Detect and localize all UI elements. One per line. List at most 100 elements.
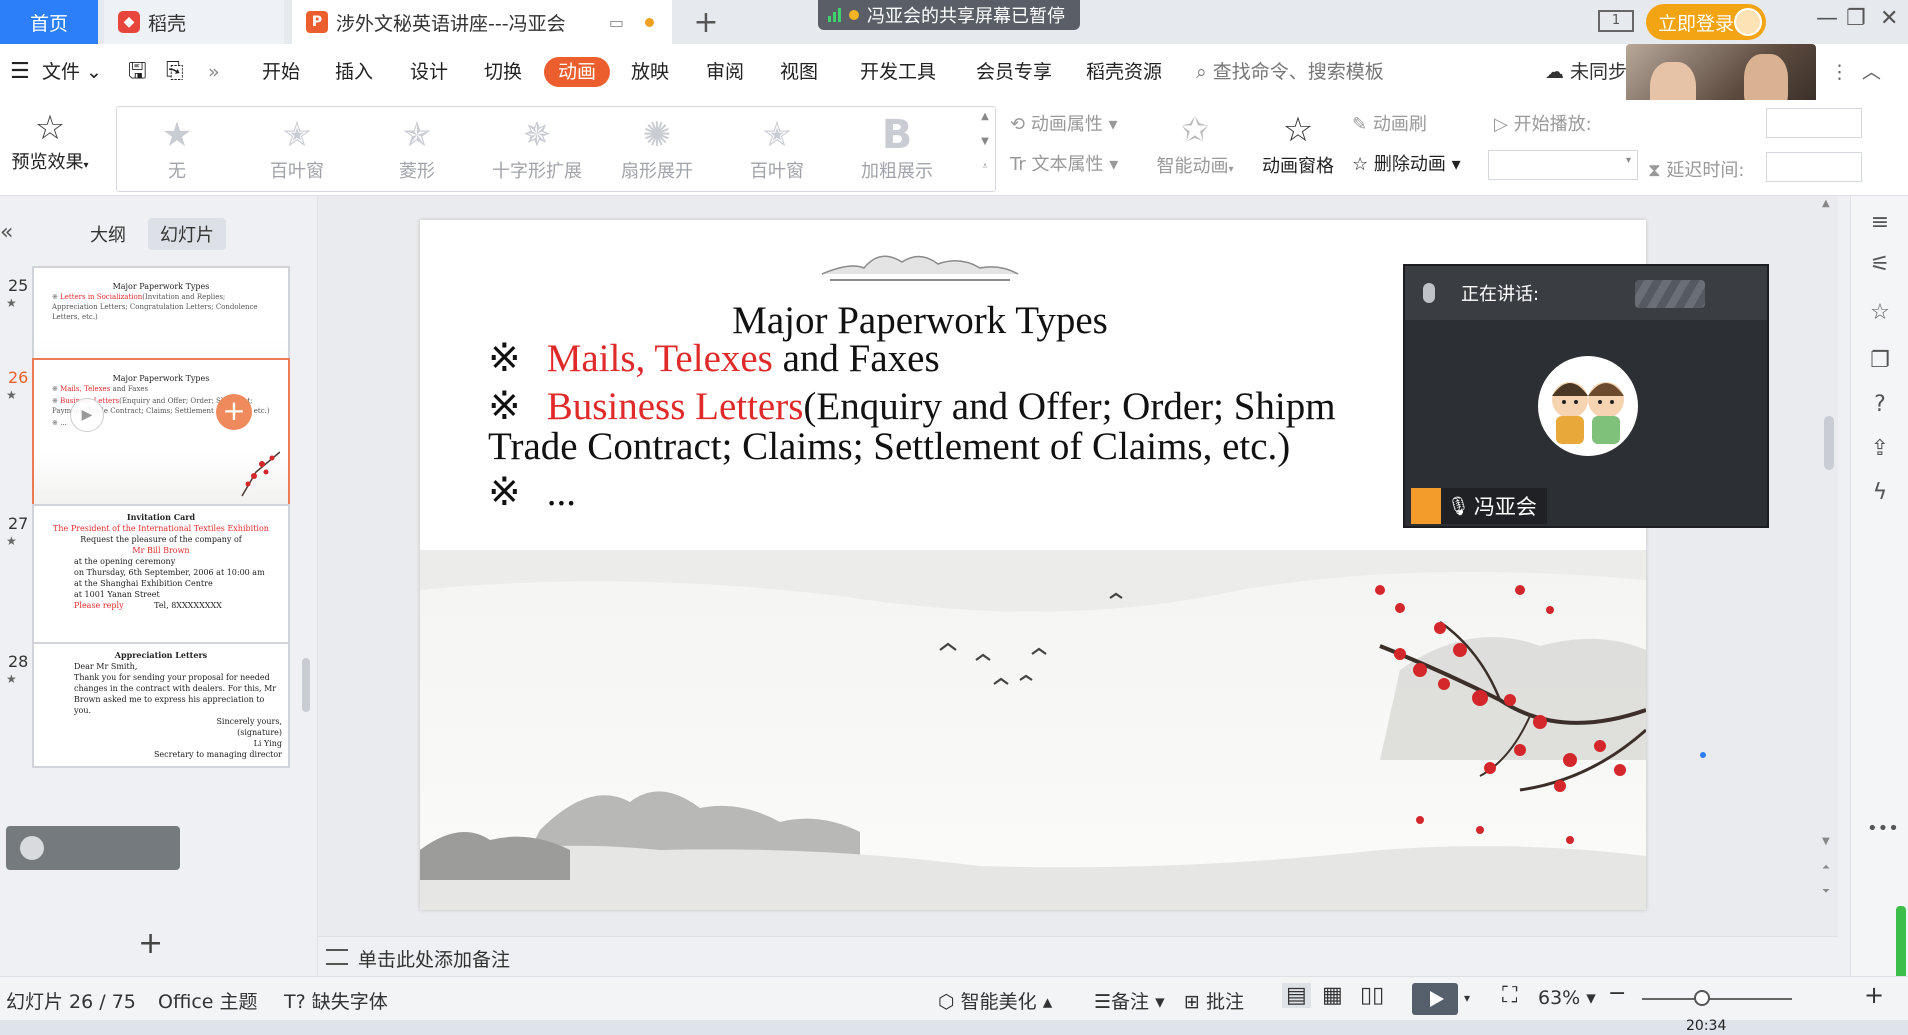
add-slide-button[interactable]: +	[138, 926, 163, 961]
share-icon[interactable]: ⇪	[1867, 436, 1893, 462]
scroll-up-icon[interactable]: ▲	[1822, 198, 1830, 209]
menu-transition[interactable]: 切换	[484, 44, 522, 100]
gallery-up-icon[interactable]: ▲	[977, 111, 993, 122]
comment-toggle[interactable]: ⊞ 批注	[1184, 987, 1244, 1014]
notes-toggle[interactable]: ☰备注 ▾	[1094, 987, 1165, 1014]
menu-design[interactable]: 设计	[410, 44, 448, 100]
login-button[interactable]: 立即登录	[1646, 4, 1766, 40]
new-tab-button[interactable]: +	[682, 0, 730, 44]
tab-document[interactable]: P 涉外文秘英语讲座---冯亚会 ▭	[292, 0, 672, 44]
collapse-ribbon-icon[interactable]: ︿	[1862, 44, 1881, 100]
zoom-slider[interactable]	[1642, 998, 1792, 1000]
slide-bullet-continued[interactable]: Trade Contract; Claims; Settlement of Cl…	[488, 424, 1290, 469]
play-dropdown-icon[interactable]: ▾	[1464, 991, 1470, 1005]
slide-bullet[interactable]: ※ Mails, Telexes and Faxes	[488, 336, 940, 381]
slideshow-play-button[interactable]	[1412, 983, 1458, 1015]
prev-slide-icon[interactable]: ⏶	[1822, 862, 1830, 873]
slide-thumbnail-26[interactable]: Major Paperwork Types ※ Mails, Telexes a…	[32, 358, 290, 508]
screen-icon[interactable]: ▭	[609, 13, 624, 32]
delay-input[interactable]	[1766, 152, 1862, 182]
delete-animation[interactable]: ☆ 删除动画 ▾	[1352, 150, 1461, 176]
start-play[interactable]: ▷ 开始播放:	[1494, 110, 1592, 136]
slides-pane-scrollbar[interactable]	[302, 658, 310, 712]
help-icon[interactable]: ?	[1867, 392, 1893, 418]
menu-animation[interactable]: 动画	[544, 57, 611, 87]
minimize-icon[interactable]: —	[1816, 6, 1838, 31]
preview-effect-button[interactable]: ☆ 预览效果▾	[4, 108, 96, 174]
speed-input[interactable]	[1766, 108, 1862, 138]
menu-daoke-resources[interactable]: 稻壳资源	[1086, 44, 1162, 100]
theme-name[interactable]: Office 主题	[158, 987, 258, 1014]
menu-developer[interactable]: 开发工具	[860, 44, 936, 100]
effect-diamond[interactable]: ✯ 菱形	[357, 107, 477, 191]
menu-start[interactable]: 开始	[262, 44, 300, 100]
more-dots-icon[interactable]: •••	[1867, 816, 1899, 842]
slide-thumbnail-28[interactable]: Appreciation Letters Dear Mr Smith, Than…	[32, 642, 290, 768]
window-layout-icon[interactable]: 1	[1598, 10, 1634, 32]
speaking-participant-panel[interactable]: 正在讲话: 🎙 冯亚会	[1403, 264, 1769, 528]
slide-bullet[interactable]: ※...	[488, 470, 576, 515]
effect-none[interactable]: ★ 无	[117, 107, 237, 191]
menu-member[interactable]: 会员专享	[976, 44, 1052, 100]
effect-bold[interactable]: B 加粗展示	[837, 107, 957, 191]
menu-slideshow[interactable]: 放映	[631, 44, 669, 100]
menu-lines-icon[interactable]: ≡	[1867, 210, 1893, 236]
effect-fan[interactable]: ✺ 扇形展开	[597, 107, 717, 191]
close-icon[interactable]: ✕	[1880, 6, 1898, 31]
gallery-down-icon[interactable]: ▼	[977, 136, 993, 147]
effect-plus[interactable]: ✵ 十字形扩展	[477, 107, 597, 191]
scroll-down-icon[interactable]: ▼	[1822, 836, 1830, 847]
lightning-icon[interactable]: ϟ	[1867, 480, 1893, 506]
menu-file[interactable]: 文件 ⌄	[42, 44, 102, 100]
menu-view[interactable]: 视图	[780, 44, 818, 100]
sliders-icon[interactable]: ⚟	[1867, 252, 1893, 278]
notes-bar[interactable]: 单击此处添加备注	[318, 936, 1838, 976]
sync-status[interactable]: ☁ 未同步	[1545, 44, 1627, 100]
tab-daoke[interactable]: ◆ 稻壳	[104, 0, 284, 44]
tab-slides[interactable]: 幻灯片	[148, 218, 226, 250]
command-search[interactable]: ⌕ 查找命令、搜索模板	[1196, 44, 1384, 100]
play-slide-icon[interactable]: ▶	[70, 398, 104, 432]
text-properties[interactable]: Tr 文本属性 ▾	[1010, 150, 1118, 176]
hamburger-icon[interactable]: ☰	[10, 44, 30, 100]
menu-insert[interactable]: 插入	[335, 44, 373, 100]
floating-toolbar[interactable]	[6, 826, 180, 870]
animation-brush[interactable]: ✎ 动画刷	[1352, 110, 1427, 136]
export-icon[interactable]: ⎘	[166, 44, 184, 100]
collapse-pane-icon[interactable]: «	[0, 220, 13, 245]
smart-beautify[interactable]: ⬡ 智能美化 ▴	[938, 987, 1052, 1014]
copy-slide-icon[interactable]: ❐	[1867, 348, 1893, 374]
animation-properties[interactable]: ⟲ 动画属性 ▾	[1010, 110, 1118, 136]
effect-blinds-2[interactable]: ✭ 百叶窗	[717, 107, 837, 191]
zoom-slider-knob[interactable]	[1694, 990, 1710, 1006]
gallery-scroll[interactable]: ▲ ▼ ⩡	[977, 107, 993, 191]
restore-icon[interactable]: ❐	[1846, 6, 1866, 31]
save-icon[interactable]: 🖫	[128, 44, 147, 100]
zoom-level[interactable]: 63% ▾	[1538, 987, 1596, 1009]
zoom-out-icon[interactable]: −	[1608, 981, 1626, 1006]
fit-window-icon[interactable]: ⛶	[1502, 983, 1517, 1008]
missing-font[interactable]: T? 缺失字体	[284, 987, 388, 1014]
animation-pane-button[interactable]: ☆ 动画窗格	[1250, 108, 1346, 178]
star-animation-icon[interactable]: ☆	[1867, 300, 1893, 326]
more-options-icon[interactable]: ⋮	[1830, 44, 1849, 100]
slide-sorter-icon[interactable]: ▦	[1322, 983, 1343, 1008]
zoom-in-icon[interactable]: +	[1864, 981, 1884, 1009]
next-slide-icon[interactable]: ⏷	[1822, 886, 1830, 897]
effect-blinds[interactable]: ✭ 百叶窗	[237, 107, 357, 191]
tab-outline[interactable]: 大纲	[78, 218, 138, 250]
menu-review[interactable]: 审阅	[706, 44, 744, 100]
reading-view-icon[interactable]: ▯▯	[1360, 983, 1384, 1008]
tab-home[interactable]: 首页	[0, 0, 98, 44]
more-chevron-icon[interactable]: »	[208, 44, 220, 100]
slide-vertical-scrollbar[interactable]: ▲ ▼ ⏶ ⏷	[1820, 196, 1838, 936]
slide-thumbnail-27[interactable]: Invitation Card The President of the Int…	[32, 504, 290, 654]
scroll-thumb[interactable]	[1824, 416, 1834, 470]
emoji-icon[interactable]	[20, 836, 44, 860]
normal-view-icon[interactable]: ▤	[1282, 983, 1311, 1008]
start-trigger-select[interactable]: ▾	[1488, 150, 1638, 180]
smart-animation-button[interactable]: ✩ 智能动画▾	[1150, 108, 1240, 178]
add-slide-plus-icon[interactable]: +	[216, 394, 252, 430]
gallery-expand-icon[interactable]: ⩡	[977, 161, 993, 172]
slide-bullet[interactable]: ※ Business Letters(Enquiry and Offer; Ord…	[488, 384, 1336, 429]
